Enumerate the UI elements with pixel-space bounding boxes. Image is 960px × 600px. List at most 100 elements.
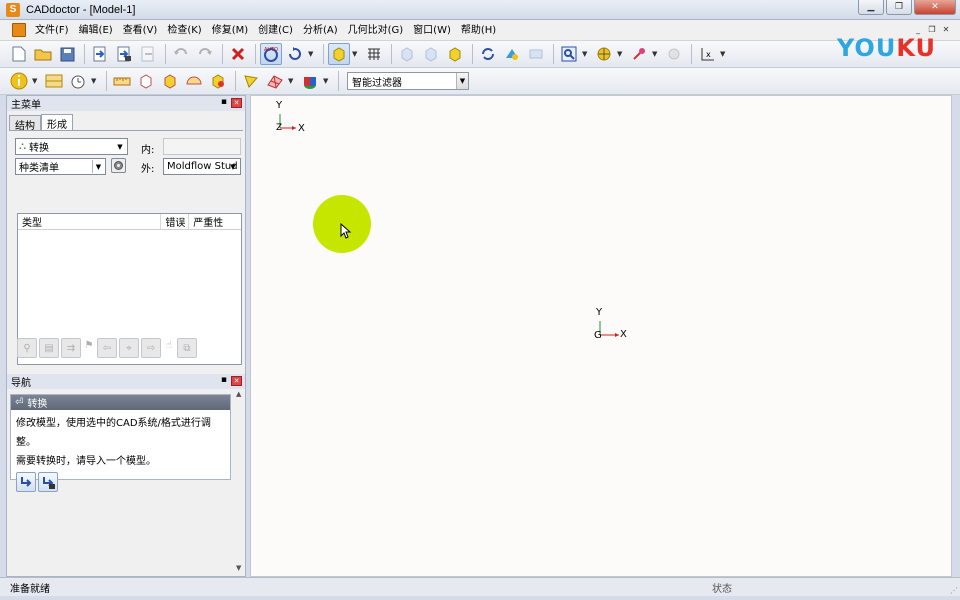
redo-icon[interactable] xyxy=(194,43,216,65)
close-button[interactable]: ✕ xyxy=(914,0,956,15)
compare-icon[interactable] xyxy=(525,43,547,65)
mode-select[interactable]: ⛬ 转换 ▼ xyxy=(15,138,128,155)
body-display-icon[interactable] xyxy=(444,43,466,65)
scroll-down-icon[interactable]: ▼ xyxy=(236,564,241,572)
zoom-search-icon[interactable] xyxy=(558,43,580,65)
tab-content: ⛬ 转换 ▼ 内: 种类清单 ▼ 外: Moldflow Stud ▼ 类型 错… xyxy=(9,130,243,370)
view-box-icon[interactable] xyxy=(396,43,418,65)
copy-icon[interactable]: ⧉ xyxy=(177,338,197,358)
previous-icon[interactable]: ⇦ xyxy=(97,338,117,358)
mode-select-value: 转换 xyxy=(29,143,49,154)
smart-filter-select[interactable]: 智能过滤器 ▼ xyxy=(347,72,469,90)
color-model-icon[interactable] xyxy=(501,43,523,65)
chevron-down-icon[interactable]: ▼ xyxy=(288,77,296,85)
chevron-down-icon[interactable]: ▼ xyxy=(456,73,468,89)
toolbar-separator xyxy=(84,44,85,64)
import-assembly-button[interactable] xyxy=(38,472,58,492)
document-menu-icon[interactable] xyxy=(12,23,26,37)
chevron-down-icon[interactable]: ▼ xyxy=(652,50,660,58)
hint-icon[interactable]: ⚑ xyxy=(83,338,95,352)
pin-icon[interactable]: ▪ xyxy=(221,375,227,385)
open-folder-icon[interactable] xyxy=(32,43,54,65)
wireframe-display-icon[interactable] xyxy=(363,43,385,65)
navigation-scrollbar[interactable]: ▲ ▼ xyxy=(235,374,245,578)
menu-check[interactable]: 检查(K) xyxy=(162,20,206,41)
menu-window[interactable]: 窗口(W) xyxy=(408,20,456,41)
minimize-button[interactable]: ▁ xyxy=(858,0,884,15)
column-type[interactable]: 类型 xyxy=(18,214,162,229)
next-icon[interactable]: ⇨ xyxy=(141,338,161,358)
menu-repair[interactable]: 修复(M) xyxy=(207,20,253,41)
measure-icon[interactable] xyxy=(663,43,685,65)
menu-help[interactable]: 帮助(H) xyxy=(456,20,501,41)
model-viewport[interactable]: Y Z X Y G X xyxy=(250,95,952,577)
new-file-icon[interactable] xyxy=(8,43,30,65)
save-icon[interactable] xyxy=(56,43,78,65)
pin-icon[interactable]: ▪ xyxy=(221,97,227,107)
resize-grip-icon[interactable]: ⋰ xyxy=(950,586,958,595)
clock-icon[interactable] xyxy=(67,70,89,92)
chevron-down-icon[interactable]: ▼ xyxy=(720,50,728,58)
chevron-down-icon[interactable]: ▼ xyxy=(352,50,360,58)
export-icon[interactable] xyxy=(137,43,159,65)
menu-create[interactable]: 创建(C) xyxy=(253,20,298,41)
maximize-button[interactable]: ❐ xyxy=(886,0,912,15)
inner-field[interactable] xyxy=(163,138,241,155)
info-icon[interactable] xyxy=(8,70,30,92)
shape-check-icon[interactable] xyxy=(207,70,229,92)
box-outline-icon[interactable] xyxy=(135,70,157,92)
list-icon[interactable]: ▤ xyxy=(39,338,59,358)
chevron-down-icon[interactable]: ▼ xyxy=(617,50,625,58)
column-severity[interactable]: 严重性 xyxy=(189,214,241,229)
column-error[interactable]: 错误 xyxy=(161,214,190,229)
chevron-down-icon[interactable]: ▼ xyxy=(308,50,316,58)
refresh-icon[interactable] xyxy=(477,43,499,65)
tab-structure[interactable]: 结构 xyxy=(9,115,41,132)
menu-file[interactable]: 文件(F) xyxy=(30,20,74,41)
chevron-down-icon[interactable]: ▼ xyxy=(32,77,40,85)
pin-marker-icon[interactable]: ⌖ xyxy=(119,338,139,358)
panel-close-icon[interactable]: ✕ xyxy=(231,98,242,108)
settings-button[interactable] xyxy=(111,158,126,173)
auto-rotate-icon[interactable]: AUTO xyxy=(260,43,282,65)
svg-text:AUTO: AUTO xyxy=(264,47,278,53)
search-icon[interactable]: ⚲ xyxy=(17,338,37,358)
scroll-up-icon[interactable]: ▲ xyxy=(236,390,241,398)
layer-icon[interactable] xyxy=(43,70,65,92)
axis-z-label: Z xyxy=(276,123,283,133)
hand-icon[interactable]: ☝ xyxy=(163,338,175,352)
shaded-display-icon[interactable] xyxy=(328,43,350,65)
collapse-icon[interactable]: ⏎ xyxy=(15,397,23,408)
delete-icon[interactable] xyxy=(227,43,249,65)
status-message: 准备就绪 xyxy=(10,583,50,595)
tab-formation[interactable]: 形成 xyxy=(41,114,73,131)
import-model-button[interactable] xyxy=(16,472,36,492)
menu-view[interactable]: 查看(V) xyxy=(118,20,163,41)
section-view-icon[interactable] xyxy=(593,43,615,65)
mdi-close-button[interactable]: ✕ xyxy=(940,23,952,35)
ruler-icon[interactable] xyxy=(111,70,133,92)
chevron-down-icon: ▼ xyxy=(92,160,104,173)
rotate-view-icon[interactable] xyxy=(284,43,306,65)
view-move-icon[interactable] xyxy=(420,43,442,65)
box-solid-icon[interactable] xyxy=(159,70,181,92)
face-select-icon[interactable] xyxy=(240,70,262,92)
chevron-down-icon[interactable]: ▼ xyxy=(582,50,590,58)
coordinate-axis-icon[interactable]: x xyxy=(696,43,718,65)
menu-analyze[interactable]: 分析(A) xyxy=(298,20,343,41)
chevron-down-icon[interactable]: ▼ xyxy=(91,77,99,85)
auto-fix-icon[interactable]: ⇉ xyxy=(61,338,81,358)
color-bucket-icon[interactable] xyxy=(299,70,321,92)
surface-icon[interactable] xyxy=(183,70,205,92)
category-list-select[interactable]: 种类清单 ▼ xyxy=(15,158,106,175)
mesh-icon[interactable] xyxy=(264,70,286,92)
pin-marker-icon[interactable] xyxy=(628,43,650,65)
import-icon[interactable] xyxy=(89,43,111,65)
menu-geometry-compare[interactable]: 几何比对(G) xyxy=(343,20,409,41)
window-title: CADdoctor - [Model-1] xyxy=(26,3,136,16)
menu-edit[interactable]: 编辑(E) xyxy=(74,20,118,41)
chevron-down-icon[interactable]: ▼ xyxy=(323,77,331,85)
outer-system-select[interactable]: Moldflow Stud ▼ xyxy=(163,158,241,175)
import-assembly-icon[interactable] xyxy=(113,43,135,65)
undo-icon[interactable] xyxy=(170,43,192,65)
